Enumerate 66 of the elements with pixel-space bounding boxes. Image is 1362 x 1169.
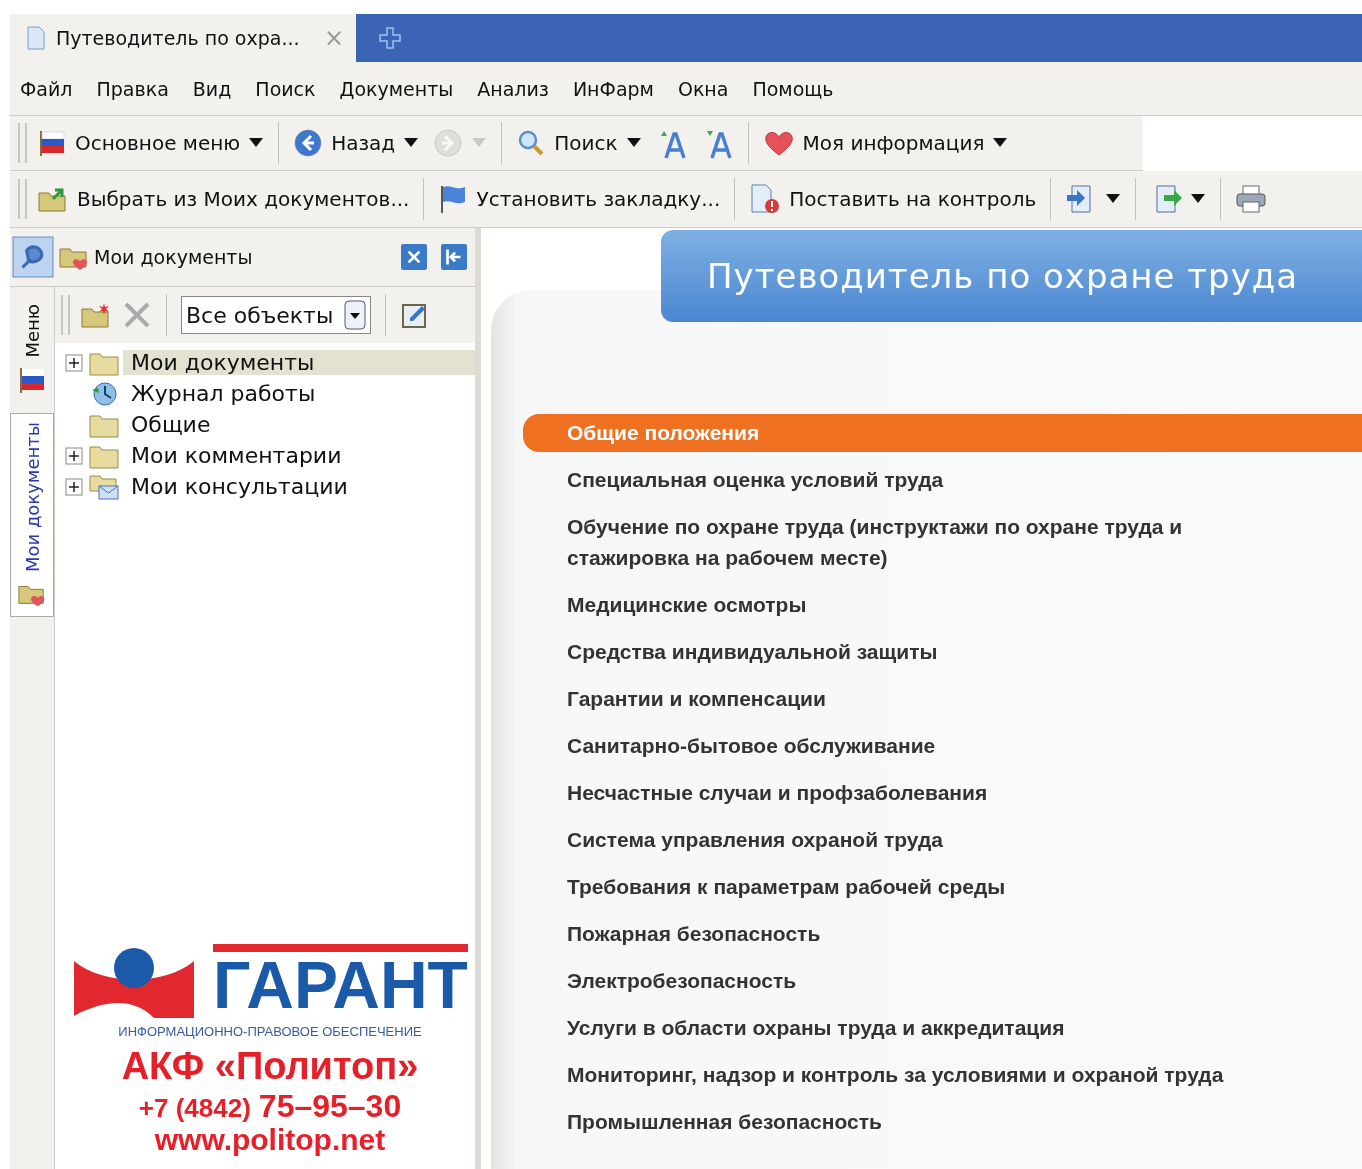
panel-title: Мои документы (94, 246, 253, 268)
menu-item[interactable]: Анализ (477, 77, 549, 100)
section-link[interactable]: Обучение по охране труда (инструктажи по охране труда и стажировка на рабочем месте) (523, 503, 1319, 581)
toolbar-button[interactable]: Установить закладку... (434, 180, 725, 218)
menu-item[interactable]: Документы (339, 77, 454, 100)
toolbar-grip[interactable] (61, 295, 70, 335)
guide-title: Путеводитель по охране труда (707, 256, 1299, 296)
tab-title: Путеводитель по охра... (56, 27, 301, 49)
flag-icon (17, 365, 47, 394)
toolbar-button[interactable]: Назад (289, 124, 424, 162)
section-link[interactable]: Система управления охраной труда (523, 816, 1319, 863)
side-tab[interactable]: Мои документы (10, 412, 54, 617)
menu-item[interactable]: Правка (96, 77, 169, 100)
document-tab[interactable]: Путеводитель по охра... × (10, 14, 356, 62)
phone-number: 75–95–30 (258, 1088, 402, 1125)
expand-icon[interactable] (65, 353, 83, 372)
section-link[interactable]: Мониторинг, надзор и контроль за условиями и охраной труда (523, 1051, 1319, 1098)
expand-icon[interactable] (65, 446, 83, 465)
collapse-panel-icon[interactable] (441, 244, 467, 270)
toolbar-button[interactable]: Выбрать из Моих документов... (33, 181, 414, 217)
tree-item[interactable]: Общие (123, 412, 475, 437)
heart-icon (762, 129, 795, 157)
tree-item[interactable]: Мои документы (123, 350, 475, 375)
section-link[interactable]: Санитарно-бытовое обслуживание (523, 722, 1319, 769)
section-link[interactable]: Пожарная безопасность (523, 910, 1319, 957)
menu-item[interactable]: Помощь (752, 77, 834, 100)
new-tab-icon[interactable] (378, 26, 402, 50)
dropdown-icon (344, 300, 366, 330)
website-address: www.politop.net (154, 1125, 386, 1155)
tree-item[interactable]: Мои консультации (123, 474, 475, 499)
flag-icon (37, 129, 67, 157)
logo-tagline: ИНФОРМАЦИОННО-ПРАВОВОЕ ОБЕСПЕЧЕНИЕ (118, 1024, 422, 1039)
toolbar-button[interactable]: Поставить на контроль (745, 179, 1041, 219)
folder-envelope-icon (89, 473, 119, 500)
logo-text: ГАРАНТ (213, 944, 468, 1018)
toolbar-button[interactable]: Поиск (512, 124, 646, 162)
delete-icon[interactable] (122, 300, 152, 330)
section-link[interactable]: Электробезопасность (523, 957, 1319, 1004)
section-link[interactable]: Средства индивидуальной защиты (523, 628, 1319, 675)
document-icon (26, 26, 46, 50)
toolbar-grip[interactable] (18, 123, 27, 163)
expand-icon[interactable] (65, 477, 83, 496)
menu-item[interactable]: Вид (192, 77, 232, 100)
section-link[interactable]: Промышленная безопасность (523, 1098, 1319, 1145)
menu-item[interactable]: Файл (20, 77, 73, 100)
filter-dropdown[interactable]: Все объекты (181, 296, 371, 334)
section-link[interactable]: Услуги в области охраны труда и аккредитация (523, 1004, 1319, 1051)
close-panel-icon[interactable] (401, 244, 427, 270)
printer-icon (1235, 184, 1268, 214)
toolbar-button[interactable]: Основное меню (33, 125, 269, 161)
side-tab[interactable]: Меню (10, 295, 54, 403)
toolbar-grip[interactable] (18, 179, 27, 219)
tree-item[interactable]: Журнал работы (123, 381, 475, 406)
section-link[interactable]: Несчастные случаи и профзаболевания (523, 769, 1319, 816)
section-link[interactable]: Специальная оценка условий труда (523, 456, 1319, 503)
company-name: АКФ «Политоп» (121, 1045, 419, 1088)
section-link[interactable]: Требования к параметрам рабочей среды (523, 863, 1319, 910)
section-link[interactable]: Медицинские осмотры (523, 581, 1319, 628)
document-alert-icon (749, 183, 782, 215)
menu-item[interactable]: ИнФарм (572, 77, 654, 100)
phone-code: +7 (4842) (138, 1093, 251, 1124)
menu-item[interactable]: Поиск (255, 77, 316, 100)
menu-item[interactable]: Окна (677, 77, 729, 100)
section-link[interactable]: Гарантии и компенсации (523, 675, 1319, 722)
toolbar-button[interactable]: Моя информация (758, 125, 1013, 161)
tree-item[interactable]: Мои комментарии (123, 443, 475, 468)
